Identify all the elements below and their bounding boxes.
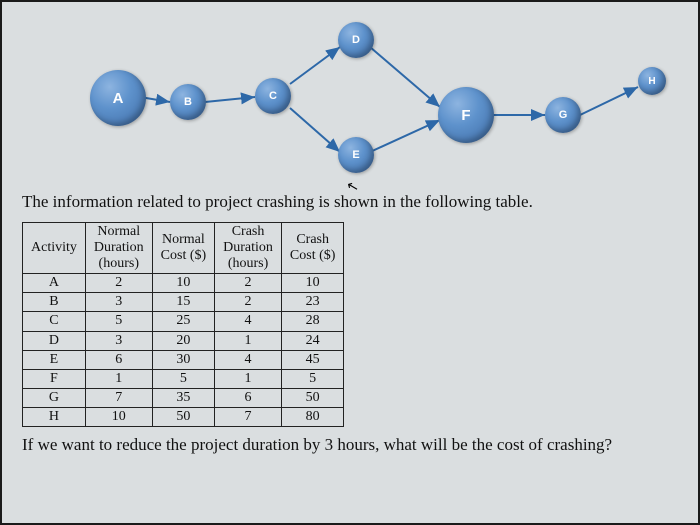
node-a: A [90,70,146,126]
node-c: C [255,78,291,114]
table-row: G735650 [23,388,344,407]
table-row: B315223 [23,293,344,312]
node-c-label: C [269,90,277,102]
node-e-label: E [352,149,359,161]
network-diagram: A B C D E F G H [30,12,670,182]
th-normal-cost: NormalCost ($) [152,223,215,274]
table-row: E630445 [23,350,344,369]
table-row: A210210 [23,274,344,293]
th-normal-duration: NormalDuration(hours) [85,223,152,274]
table-body: A210210 B315223 C525428 D320124 E630445 … [23,274,344,427]
table-row: F1515 [23,369,344,388]
node-e: E [338,137,374,173]
table-row: C525428 [23,312,344,331]
node-b-label: B [184,96,192,108]
question-text: If we want to reduce the project duratio… [22,435,678,455]
node-f: F [438,87,494,143]
th-crash-cost: CrashCost ($) [281,223,344,274]
table-header-row: Activity NormalDuration(hours) NormalCos… [23,223,344,274]
node-h-label: H [648,76,655,87]
table-row: D320124 [23,331,344,350]
node-b: B [170,84,206,120]
node-f-label: F [461,107,470,124]
node-d-label: D [352,34,360,46]
node-g-label: G [559,109,568,121]
table-row: H1050780 [23,407,344,426]
th-crash-duration: CrashDuration(hours) [215,223,282,274]
node-g: G [545,97,581,133]
node-a-label: A [113,90,124,107]
node-h: H [638,67,666,95]
th-activity: Activity [23,223,86,274]
node-d: D [338,22,374,58]
crashing-table: Activity NormalDuration(hours) NormalCos… [22,222,344,427]
page: A B C D E F G H ↖ The information relate… [0,0,700,525]
